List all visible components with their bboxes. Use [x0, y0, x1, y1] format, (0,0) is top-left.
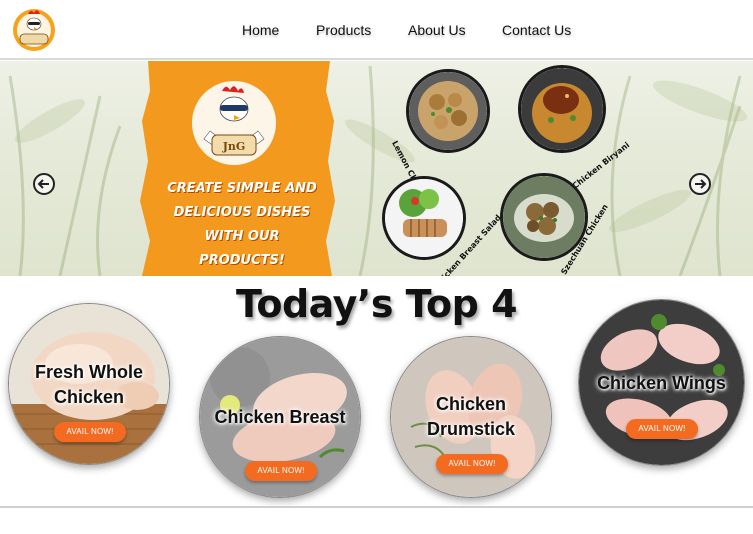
product-name: Chicken Drumstick [391, 392, 551, 442]
tagline-line: WITH OUR PRODUCTS! [199, 229, 285, 268]
nav-contact-link[interactable]: Contact Us [502, 22, 571, 38]
dish-chicken-biryani-image[interactable] [518, 65, 606, 153]
nav-about-link[interactable]: About Us [408, 22, 466, 38]
avail-now-button[interactable]: AVAIL NOW! [54, 422, 126, 442]
dish-chicken-breast-salad-image[interactable] [382, 176, 466, 260]
product-card-chicken-drumstick[interactable]: Chicken Drumstick AVAIL NOW! [390, 336, 552, 498]
product-name-line: Drumstick [426, 419, 516, 439]
page: Home Products About Us Contact Us JnG CR… [0, 0, 753, 534]
product-card-chicken-wings[interactable]: Chicken Wings AVAIL NOW! [578, 299, 745, 466]
product-name-line: Chicken [53, 387, 125, 407]
tagline-line: CREATE SIMPLE AND [167, 181, 317, 196]
carousel-next-button[interactable] [689, 173, 711, 195]
carousel-prev-button[interactable] [33, 173, 55, 195]
arrow-right-icon [695, 179, 707, 189]
site-header: Home Products About Us Contact Us [0, 0, 753, 60]
nav-products-link[interactable]: Products [316, 22, 371, 38]
product-name: Fresh Whole Chicken [9, 360, 169, 410]
avail-now-button[interactable]: AVAIL NOW! [245, 461, 317, 481]
hero-carousel: JnG CREATE SIMPLE AND DELICIOUS DISHES W… [0, 61, 753, 276]
cornfield-background [8, 65, 748, 276]
tagline-line: DELICIOUS DISHES [173, 205, 311, 220]
product-name-line: Chicken Wings [597, 373, 726, 393]
product-name-line: Chicken [435, 394, 507, 414]
product-name-line: Chicken Breast [214, 407, 346, 427]
arrow-left-icon [37, 179, 49, 189]
dish-lemon-chicken-image[interactable] [406, 69, 490, 153]
avail-now-button[interactable]: AVAIL NOW! [626, 419, 698, 439]
banner-tagline: CREATE SIMPLE AND DELICIOUS DISHES WITH … [160, 177, 324, 273]
product-card-chicken-breast[interactable]: Chicken Breast AVAIL NOW! [199, 336, 361, 498]
nav-home-link[interactable]: Home [242, 22, 279, 38]
product-name: Chicken Wings [579, 371, 744, 396]
banner-logo-text: JnG [222, 140, 246, 153]
product-name-line: Fresh Whole [34, 362, 143, 382]
section-divider [0, 506, 753, 508]
product-name: Chicken Breast [200, 405, 360, 430]
avail-now-button[interactable]: AVAIL NOW! [436, 454, 508, 474]
main-nav: Home Products About Us Contact Us [0, 22, 753, 42]
product-card-whole-chicken[interactable]: Fresh Whole Chicken AVAIL NOW! [8, 303, 170, 465]
